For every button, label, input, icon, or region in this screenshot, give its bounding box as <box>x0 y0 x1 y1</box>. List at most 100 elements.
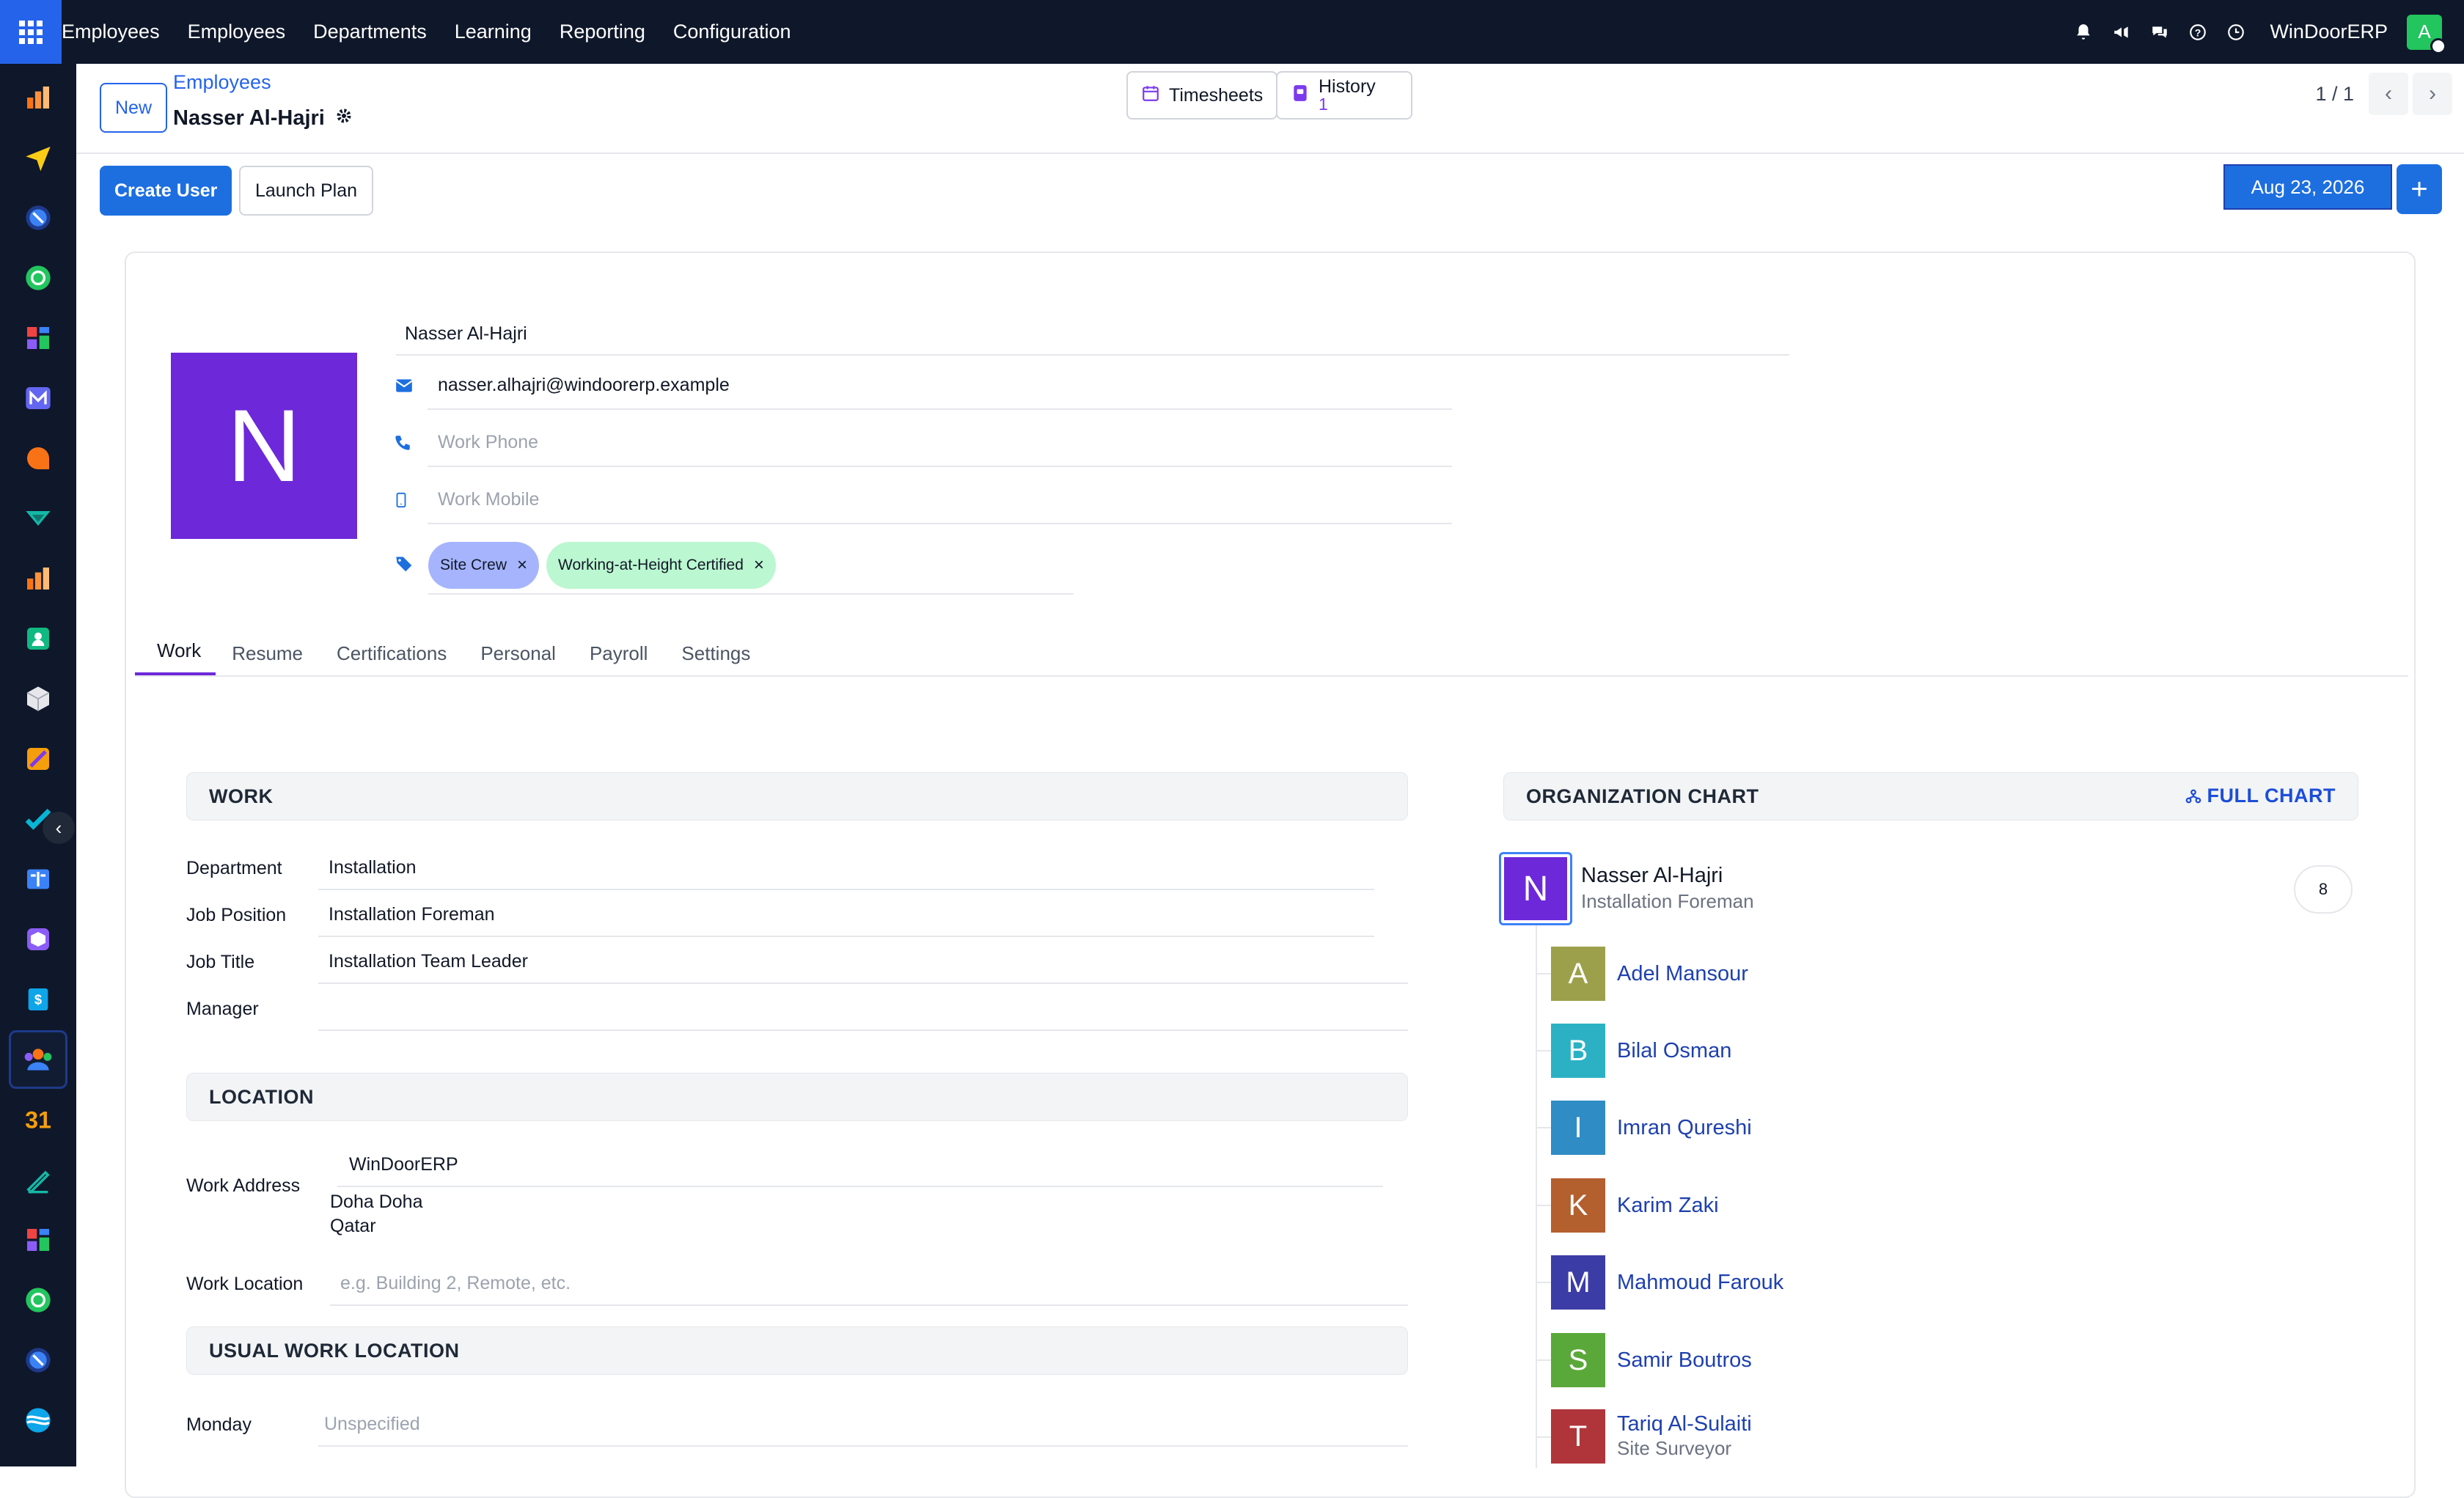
org-subordinate[interactable]: I Imran Qureshi <box>1537 1100 1752 1156</box>
subordinate-name[interactable]: Tariq Al-Sulaiti <box>1617 1412 1752 1436</box>
org-connector <box>1537 973 1551 974</box>
sidebar-mail-icon[interactable] <box>19 379 57 417</box>
menu-learning[interactable]: Learning <box>455 21 532 43</box>
sidebar-apps-icon[interactable] <box>19 1221 57 1259</box>
launch-plan-button[interactable]: Launch Plan <box>239 166 374 216</box>
tab-work[interactable]: Work <box>135 639 216 675</box>
tab-personal[interactable]: Personal <box>463 642 573 675</box>
org-main-initial: N <box>1504 857 1567 920</box>
tab-payroll[interactable]: Payroll <box>572 642 665 675</box>
hierarchy-icon <box>2185 789 2201 803</box>
monday-field[interactable]: Unspecified <box>318 1403 1408 1447</box>
sidebar-employees-icon[interactable] <box>9 1030 67 1089</box>
monday-row: Monday Unspecified <box>186 1403 1408 1447</box>
work-location-row: Work Location e.g. Building 2, Remote, e… <box>186 1262 1408 1306</box>
envelope-icon <box>389 376 423 395</box>
sidebar-validate-icon[interactable] <box>19 499 57 537</box>
megaphone-icon[interactable] <box>2111 22 2132 43</box>
subordinate-avatar: A <box>1551 947 1605 1001</box>
org-subordinate[interactable]: T Tariq Al-Sulaiti Site Surveyor <box>1537 1409 1752 1465</box>
app-name[interactable]: Employees <box>62 21 160 43</box>
help-icon[interactable]: ? <box>2188 22 2208 43</box>
org-subordinate[interactable]: K Karim Zaki <box>1537 1178 1719 1233</box>
sidebar-inventory-icon[interactable] <box>19 680 57 718</box>
menu-configuration[interactable]: Configuration <box>673 21 791 43</box>
add-button[interactable]: + <box>2397 164 2442 214</box>
work-phone-field[interactable]: Work Phone <box>427 419 1452 467</box>
org-connector <box>1537 1282 1551 1283</box>
chat-icon[interactable] <box>2149 22 2170 43</box>
menu-employees[interactable]: Employees <box>188 21 286 43</box>
manager-field[interactable] <box>318 987 1408 1031</box>
subordinate-name[interactable]: Imran Qureshi <box>1617 1116 1752 1140</box>
timesheets-smart-button[interactable]: Timesheets <box>1126 71 1278 120</box>
create-user-button[interactable]: Create User <box>100 166 232 216</box>
employee-name-field[interactable]: Nasser Al-Hajri <box>396 313 1789 356</box>
org-connector <box>1537 1205 1551 1206</box>
org-subordinate[interactable]: M Mahmoud Farouk <box>1537 1255 1783 1310</box>
tab-settings[interactable]: Settings <box>664 642 768 675</box>
subordinate-name[interactable]: Adel Mansour <box>1617 962 1748 986</box>
sidebar-design-icon[interactable] <box>19 740 57 778</box>
subordinate-name[interactable]: Mahmoud Farouk <box>1617 1271 1783 1295</box>
clock-icon[interactable] <box>2226 22 2246 43</box>
menu-departments[interactable]: Departments <box>313 21 427 43</box>
full-chart-button[interactable]: FULL CHART <box>2185 785 2336 807</box>
org-subordinate-count-badge[interactable]: 8 <box>2294 865 2353 914</box>
gear-icon[interactable] <box>335 106 353 131</box>
tab-resume[interactable]: Resume <box>214 642 320 675</box>
email-row: nasser.alhajri@windoorerp.example <box>389 361 1452 410</box>
job-title-field[interactable]: Installation Team Leader <box>318 940 1408 984</box>
sidebar-expense-icon[interactable]: $ <box>19 980 57 1018</box>
app-menu-button[interactable] <box>0 0 62 64</box>
pager-value[interactable]: 1 / 1 <box>2315 83 2354 106</box>
tab-certifications[interactable]: Certifications <box>319 642 464 675</box>
sidebar-send-icon[interactable] <box>19 139 57 177</box>
sidebar-calendar-icon[interactable]: 31 <box>19 1101 57 1139</box>
work-address-row: Work Address WinDoorERP Doha Doha Qatar <box>186 1143 1383 1236</box>
department-field[interactable]: Installation <box>318 846 1374 890</box>
email-field[interactable]: nasser.alhajri@windoorerp.example <box>427 361 1452 410</box>
company-switcher[interactable]: WinDoorERP <box>2270 21 2388 43</box>
user-avatar[interactable]: A <box>2407 14 2446 54</box>
org-subordinate[interactable]: A Adel Mansour <box>1537 946 1748 1002</box>
menu-reporting[interactable]: Reporting <box>560 21 645 43</box>
employee-avatar[interactable]: N <box>171 353 357 539</box>
remove-tag-icon[interactable]: × <box>754 555 764 576</box>
subordinate-name[interactable]: Samir Boutros <box>1617 1348 1752 1373</box>
pager-next-button[interactable]: › <box>2413 73 2452 115</box>
sidebar-dashboard-icon[interactable] <box>19 319 57 357</box>
sidebar-knowledge-icon[interactable] <box>19 860 57 898</box>
tags-field[interactable]: Site Crew × Working-at-Height Certified … <box>428 537 1074 595</box>
breadcrumb-parent[interactable]: Employees <box>173 71 271 94</box>
sidebar-discuss-icon[interactable] <box>19 439 57 477</box>
sidebar-box-icon[interactable] <box>19 920 57 958</box>
job-position-field[interactable]: Installation Foreman <box>318 893 1374 937</box>
work-address-field[interactable]: WinDoorERP <box>337 1143 1383 1187</box>
org-subordinate[interactable]: S Samir Boutros <box>1537 1332 1752 1388</box>
sidebar-sign-icon[interactable] <box>19 1161 57 1199</box>
work-mobile-field[interactable]: Work Mobile <box>427 476 1452 524</box>
subordinate-job: Site Surveyor <box>1617 1437 1732 1459</box>
pager-previous-button[interactable]: ‹ <box>2369 73 2408 115</box>
work-location-field[interactable]: e.g. Building 2, Remote, etc. <box>330 1262 1408 1306</box>
sidebar-whatsapp2-icon[interactable] <box>19 1281 57 1319</box>
sidebar-compass2-icon[interactable] <box>19 1341 57 1379</box>
svg-text:31: 31 <box>25 1107 51 1134</box>
sidebar-website-icon[interactable] <box>19 1401 57 1439</box>
sidebar-project-icon[interactable] <box>19 800 57 838</box>
bell-icon[interactable] <box>2073 22 2094 43</box>
remove-tag-icon[interactable]: × <box>517 555 527 576</box>
sidebar-sales-icon[interactable] <box>19 559 57 598</box>
new-button[interactable]: New <box>100 83 167 133</box>
subordinate-name[interactable]: Karim Zaki <box>1617 1194 1719 1218</box>
sidebar-compass-icon[interactable] <box>19 199 57 237</box>
org-main-avatar[interactable]: N <box>1499 852 1572 925</box>
org-subordinate[interactable]: B Bilal Osman <box>1537 1023 1731 1079</box>
date-button[interactable]: Aug 23, 2026 <box>2223 164 2392 210</box>
sidebar-whatsapp-icon[interactable] <box>19 259 57 297</box>
history-smart-button[interactable]: History 1 <box>1276 71 1412 120</box>
sidebar-contacts-icon[interactable] <box>19 620 57 658</box>
sidebar-chart-icon[interactable] <box>19 78 57 117</box>
subordinate-name[interactable]: Bilal Osman <box>1617 1039 1731 1063</box>
